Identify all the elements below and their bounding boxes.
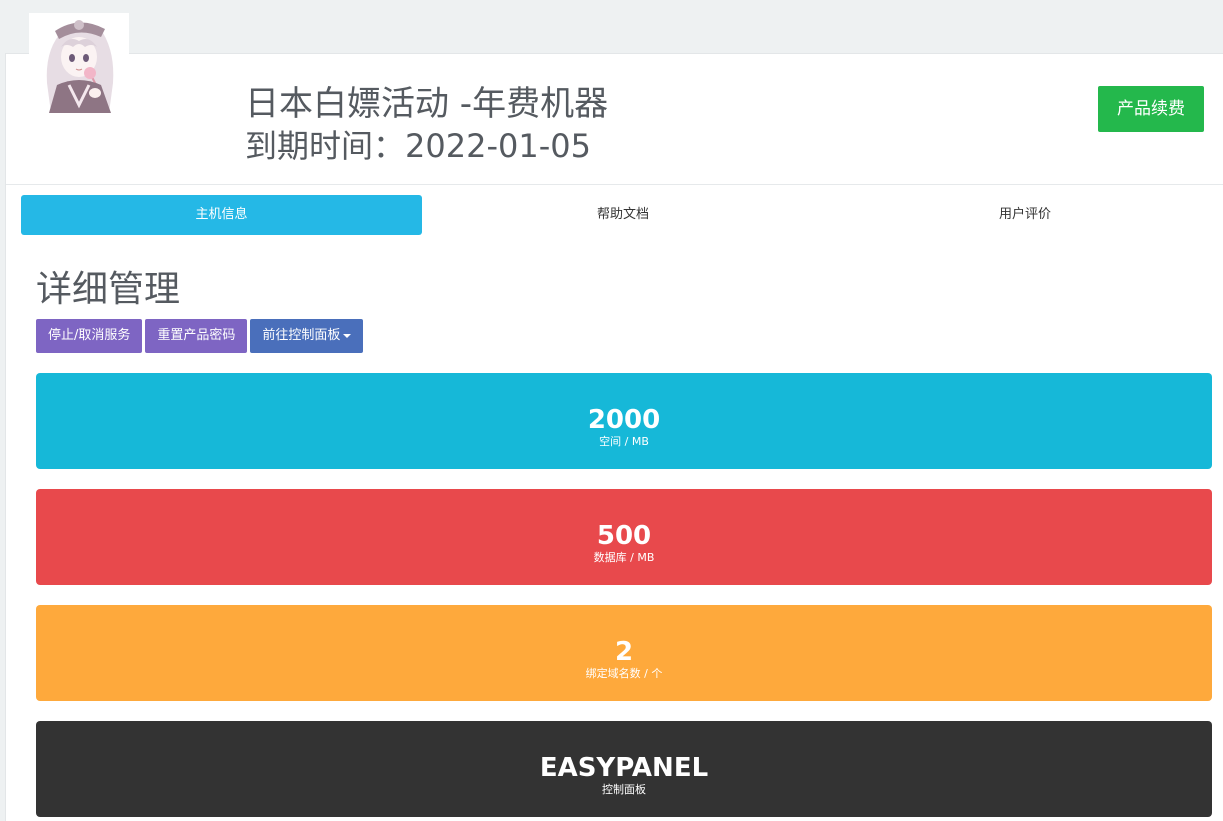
control-panel-dropdown-button[interactable]: 前往控制面板 <box>250 319 364 353</box>
stat-label: 控制面板 <box>602 783 646 796</box>
renew-button[interactable]: 产品续费 <box>1098 86 1204 132</box>
tab-bar: 主机信息 帮助文档 用户评价 <box>21 195 1223 235</box>
stop-cancel-service-button[interactable]: 停止/取消服务 <box>36 319 143 353</box>
tab-host-info[interactable]: 主机信息 <box>21 195 422 235</box>
reset-password-button[interactable]: 重置产品密码 <box>145 319 248 353</box>
caret-down-icon <box>343 334 352 338</box>
expire-label: 到期时间： <box>245 127 406 165</box>
tab-help-docs[interactable]: 帮助文档 <box>422 195 824 235</box>
stat-bound-domains: 2 绑定域名数 / 个 <box>36 605 1212 701</box>
stat-label: 数据库 / MB <box>593 551 655 564</box>
stat-value: EASYPANEL <box>539 753 709 783</box>
stat-database: 500 数据库 / MB <box>36 489 1212 585</box>
stat-disk-space: 2000 空间 / MB <box>36 373 1212 469</box>
stat-value: 2 <box>614 637 634 667</box>
stat-control-panel: EASYPANEL 控制面板 <box>36 721 1212 817</box>
control-panel-button-label: 前往控制面板 <box>262 328 341 343</box>
tab-user-reviews[interactable]: 用户评价 <box>824 195 1223 235</box>
section-title: 详细管理 <box>36 269 181 310</box>
stat-value: 500 <box>596 521 652 551</box>
stat-label: 绑定域名数 / 个 <box>585 667 663 680</box>
action-bar: 停止/取消服务 重置产品密码 前往控制面板 <box>36 319 364 353</box>
expire-line: 到期时间：2022-01-05 <box>245 126 591 166</box>
product-title: 日本白嫖活动 -年费机器 <box>245 84 609 124</box>
expire-date: 2022-01-05 <box>405 127 591 165</box>
anime-girl-avatar-icon <box>29 13 129 113</box>
avatar <box>29 13 129 113</box>
page: 日本白嫖活动 -年费机器 到期时间：2022-01-05 产品续费 主机信息 帮… <box>0 0 1223 821</box>
header-divider <box>6 184 1223 185</box>
stat-label: 空间 / MB <box>599 435 649 448</box>
stat-value: 2000 <box>587 405 661 435</box>
